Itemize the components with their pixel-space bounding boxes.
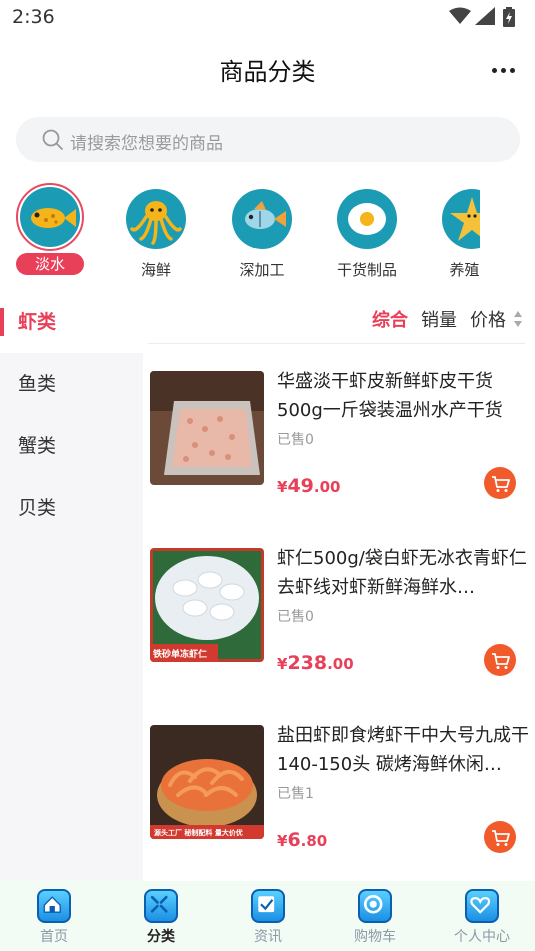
category-item-farming[interactable]: 养殖原 <box>432 183 480 280</box>
price-decimal: .00 <box>327 655 354 673</box>
more-dot <box>500 67 506 73</box>
product-image-caption: 铁砂单冻虾仁 <box>153 650 208 660</box>
category-item-dried-goods[interactable]: 干货制品 <box>327 183 407 280</box>
tab-label: 个人中心 <box>454 929 510 945</box>
category-label: 海鲜 <box>140 261 171 279</box>
tropical-fish-icon <box>232 189 292 249</box>
tab-profile[interactable]: 个人中心 <box>442 889 522 946</box>
category-icon <box>144 889 178 923</box>
search-input[interactable]: 请搜索您想要的商品 <box>16 117 520 162</box>
cart-icon <box>492 476 510 492</box>
side-nav: 虾类 鱼类 蟹类 贝类 <box>0 291 143 881</box>
tab-news[interactable]: 资讯 <box>228 889 308 946</box>
price-currency: ¥ <box>277 832 288 850</box>
category-active-ring <box>16 183 84 251</box>
price-currency: ¥ <box>277 478 288 496</box>
product-title: 华盛淡干虾皮新鲜虾皮干货500g一斤袋装温州水产干货 <box>277 371 503 421</box>
category-item-freshwater[interactable]: 淡水 <box>10 183 90 275</box>
price-decimal: .80 <box>300 832 328 850</box>
more-dot <box>491 67 497 73</box>
price-integer: 238 <box>287 652 328 674</box>
egg-icon <box>337 189 397 249</box>
sort-arrows-icon[interactable] <box>513 310 523 328</box>
price-integer: 49 <box>287 475 314 497</box>
status-bar: 2:36 <box>0 0 535 36</box>
product-title: 盐田虾即食烤虾干中大号九成干140-150头 碳烤海鲜休闲… <box>277 725 529 775</box>
heart-icon <box>465 889 499 923</box>
product-item[interactable]: 华盛淡干虾皮新鲜虾皮干货500g一斤袋装温州水产干货 已售0 ¥49.00 <box>150 371 530 521</box>
more-button[interactable] <box>489 60 517 80</box>
wifi-icon <box>449 7 471 24</box>
sort-sales[interactable]: 销量 <box>421 306 457 332</box>
add-to-cart-button[interactable] <box>484 821 516 853</box>
category-label: 养殖原 <box>449 261 480 279</box>
side-item-crab[interactable]: 蟹类 <box>0 415 143 477</box>
sort-price[interactable]: 价格 <box>470 306 506 332</box>
category-label: 深加工 <box>239 261 285 279</box>
search-placeholder: 请搜索您想要的商品 <box>70 134 223 154</box>
cart-icon <box>358 889 392 923</box>
product-item[interactable]: 铁砂单冻虾仁 虾仁500g/袋白虾无冰衣青虾仁去虾线对虾新鲜海鲜水… 已售0 ¥… <box>150 548 530 698</box>
product-price: ¥49.00 <box>277 475 340 497</box>
tab-cart[interactable]: 购物车 <box>335 889 415 946</box>
product-title: 虾仁500g/袋白虾无冰衣青虾仁去虾线对虾新鲜海鲜水… <box>277 548 527 598</box>
tab-home[interactable]: 首页 <box>14 889 94 946</box>
side-item-fish[interactable]: 鱼类 <box>0 353 143 415</box>
product-price: ¥238.00 <box>277 652 354 674</box>
tab-label: 资讯 <box>254 929 282 945</box>
news-icon <box>251 889 285 923</box>
status-time: 2:36 <box>12 6 55 28</box>
home-icon <box>37 889 71 923</box>
category-label: 淡水 <box>16 253 84 275</box>
sort-comprehensive[interactable]: 综合 <box>372 306 408 332</box>
category-row: 淡水 海鲜 深加工 干货制品 养殖 <box>0 183 480 283</box>
product-price: ¥6.80 <box>277 829 327 851</box>
battery-icon <box>503 7 515 27</box>
status-icons <box>449 7 515 27</box>
fish-icon <box>20 187 80 247</box>
add-to-cart-button[interactable] <box>484 644 516 676</box>
starfish-icon <box>442 189 480 249</box>
product-item[interactable]: 源头工厂 秘制配料 量大价优 盐田虾即食烤虾干中大号九成干140-150头 碳烤… <box>150 725 530 875</box>
octopus-icon <box>126 189 186 249</box>
side-item-shellfish[interactable]: 贝类 <box>0 477 143 539</box>
product-image[interactable] <box>150 371 264 485</box>
price-integer: 6 <box>287 829 301 851</box>
category-item-processed[interactable]: 深加工 <box>222 183 302 280</box>
side-item-shrimp[interactable]: 虾类 <box>0 291 143 353</box>
category-item-seafood[interactable]: 海鲜 <box>116 183 196 280</box>
tab-label: 分类 <box>147 929 175 945</box>
add-to-cart-button[interactable] <box>484 467 516 499</box>
tab-label: 购物车 <box>354 929 396 945</box>
cart-icon <box>492 830 510 846</box>
sort-bar: 综合 销量 价格 <box>148 292 525 344</box>
tab-label: 首页 <box>40 929 68 945</box>
page-title: 商品分类 <box>219 58 316 86</box>
product-image[interactable]: 源头工厂 秘制配料 量大价优 <box>150 725 264 839</box>
search-icon <box>42 129 63 150</box>
product-image-caption: 源头工厂 秘制配料 量大价优 <box>154 829 243 837</box>
product-sold: 已售1 <box>277 786 314 802</box>
product-sold: 已售0 <box>277 432 314 448</box>
signal-icon <box>475 7 495 25</box>
price-currency: ¥ <box>277 655 288 673</box>
product-image[interactable]: 铁砂单冻虾仁 <box>150 548 264 662</box>
tab-category[interactable]: 分类 <box>121 889 201 946</box>
header: 商品分类 <box>0 44 535 94</box>
price-decimal: .00 <box>313 478 341 496</box>
tab-bar: 首页 分类 资讯 购物车 个人中心 <box>0 881 535 951</box>
cart-icon <box>492 653 510 669</box>
more-dot <box>509 67 515 73</box>
product-sold: 已售0 <box>277 609 314 625</box>
category-label: 干货制品 <box>336 261 397 279</box>
